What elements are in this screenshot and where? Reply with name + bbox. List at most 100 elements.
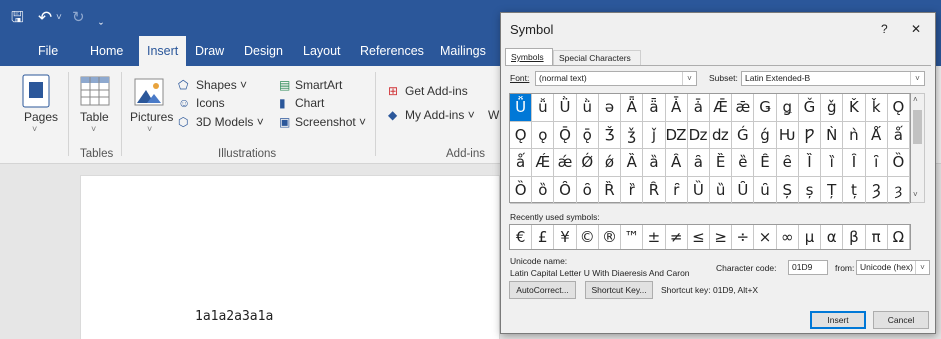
symbol-cell[interactable]: Ǥ — [754, 94, 777, 122]
symbol-cell[interactable]: Ǯ — [598, 121, 622, 149]
tab-home[interactable]: Home — [90, 36, 123, 66]
symbol-cell[interactable]: Ȓ — [643, 176, 666, 204]
tab-insert[interactable]: Insert — [139, 36, 187, 66]
symbol-cell[interactable]: ȁ — [643, 149, 666, 177]
from-select[interactable]: Unicode (hex) ˅ — [856, 260, 930, 275]
symbol-cell[interactable]: Ș — [776, 176, 799, 204]
symbol-cell[interactable]: ț — [843, 176, 866, 204]
symbol-cell[interactable]: ȅ — [732, 149, 755, 177]
recent-symbol-cell[interactable]: ≤ — [688, 225, 710, 249]
screenshot-button[interactable]: Screenshot ˅ — [295, 115, 366, 129]
symbol-cell[interactable]: Ǩ — [843, 94, 866, 122]
symbol-cell[interactable]: Ȇ — [754, 149, 777, 177]
recent-symbol-cell[interactable]: € — [510, 225, 533, 249]
recent-symbol-cell[interactable]: Ω — [888, 225, 910, 249]
symbol-cell[interactable]: Ȉ — [798, 149, 822, 177]
symbol-cell[interactable]: Ȝ — [865, 176, 888, 204]
smartart-button[interactable]: SmartArt — [295, 78, 342, 92]
symbol-cell[interactable]: ǥ — [776, 94, 799, 122]
tab-mailings[interactable]: Mailings — [440, 36, 486, 66]
symbol-cell[interactable]: Ǽ — [532, 149, 555, 177]
recent-symbol-cell[interactable]: ≠ — [666, 225, 688, 249]
recent-symbol-cell[interactable]: ¥ — [554, 225, 577, 249]
symbol-cell[interactable]: ǽ — [554, 149, 577, 177]
symbol-cell[interactable]: ǭ — [576, 121, 599, 149]
symbol-cell[interactable]: ȉ — [821, 149, 844, 177]
scroll-up-icon[interactable]: ˄ — [913, 95, 918, 104]
symbol-cell[interactable]: Ȑ — [598, 176, 622, 204]
symbol-cell[interactable]: ǵ — [754, 121, 777, 149]
symbol-cell[interactable]: ǩ — [865, 94, 888, 122]
get-addins-button[interactable]: Get Add-ins — [405, 84, 468, 98]
symbol-cell[interactable]: Ǣ — [710, 94, 733, 122]
icons-button[interactable]: Icons — [196, 96, 225, 110]
shapes-button[interactable]: Shapes ˅ — [196, 78, 247, 92]
table-button[interactable] — [80, 76, 110, 106]
undo-icon[interactable]: ↶ — [38, 0, 52, 36]
recent-symbol-cell[interactable]: ® — [599, 225, 622, 249]
symbol-cell[interactable]: ș — [798, 176, 822, 204]
tab-layout[interactable]: Layout — [303, 36, 341, 66]
scroll-down-icon[interactable]: ˅ — [913, 190, 918, 199]
symbol-cell[interactable]: Ȁ — [621, 149, 644, 177]
symbol-cell[interactable]: Ǹ — [821, 121, 844, 149]
recent-symbol-cell[interactable]: × — [754, 225, 777, 249]
insert-button[interactable]: Insert — [810, 311, 866, 329]
symbol-cell[interactable]: ǝ — [598, 94, 622, 122]
tab-symbols[interactable]: Symbols — [505, 48, 553, 65]
symbol-cell[interactable]: Ǿ — [576, 149, 599, 177]
recent-symbol-cell[interactable]: ∞ — [777, 225, 799, 249]
pictures-button[interactable] — [134, 78, 164, 106]
symbol-cell[interactable]: Ǭ — [554, 121, 577, 149]
symbol-cell[interactable]: ȍ — [532, 176, 555, 204]
recent-symbol-cell[interactable]: α — [821, 225, 844, 249]
symbol-grid-scrollbar[interactable]: ˄ ˅ — [911, 93, 925, 203]
symbol-cell[interactable]: ȋ — [865, 149, 888, 177]
symbol-cell[interactable]: Ȃ — [665, 149, 688, 177]
symbol-cell[interactable]: Ǫ — [887, 94, 910, 122]
symbol-cell[interactable]: ȓ — [665, 176, 688, 204]
tab-references[interactable]: References — [360, 36, 424, 66]
save-icon[interactable]: 🖫 — [11, 0, 24, 36]
symbol-cell[interactable]: Ǚ — [510, 94, 533, 122]
3d-models-button[interactable]: 3D Models ˅ — [196, 115, 264, 129]
symbol-cell[interactable]: ȗ — [754, 176, 777, 204]
tab-draw[interactable]: Draw — [195, 36, 224, 66]
pages-button[interactable] — [22, 74, 50, 108]
symbol-cell[interactable]: ǿ — [598, 149, 622, 177]
symbol-cell[interactable]: ǧ — [821, 94, 844, 122]
tab-special-characters[interactable]: Special Characters — [553, 50, 641, 65]
symbol-cell[interactable]: ȝ — [887, 176, 910, 204]
symbol-cell[interactable]: Ȍ — [510, 176, 533, 204]
symbol-cell[interactable]: Ȏ — [554, 176, 577, 204]
autocorrect-button[interactable]: AutoCorrect... — [509, 281, 576, 299]
scrollbar-thumb[interactable] — [913, 110, 922, 144]
symbol-cell[interactable]: Ǳ — [665, 121, 688, 149]
recent-symbol-cell[interactable]: µ — [799, 225, 822, 249]
char-code-input[interactable]: 01D9 — [788, 260, 828, 275]
symbol-cell[interactable]: Ȗ — [732, 176, 755, 204]
font-select[interactable]: (normal text) ˅ — [535, 71, 697, 86]
symbol-cell[interactable]: ȕ — [710, 176, 733, 204]
symbol-cell[interactable]: ȃ — [687, 149, 710, 177]
tab-design[interactable]: Design — [244, 36, 283, 66]
symbol-cell[interactable]: Ƕ — [776, 121, 799, 149]
symbol-cell[interactable]: ǜ — [576, 94, 599, 122]
recent-symbol-cell[interactable]: £ — [532, 225, 555, 249]
symbol-cell[interactable]: Ț — [821, 176, 844, 204]
symbol-cell[interactable]: ǫ — [532, 121, 555, 149]
chart-button[interactable]: Chart — [295, 96, 324, 110]
recent-symbol-cell[interactable]: π — [866, 225, 888, 249]
symbol-cell[interactable]: ǳ — [710, 121, 733, 149]
symbol-cell[interactable]: Ǻ — [865, 121, 888, 149]
recent-symbol-cell[interactable]: © — [577, 225, 599, 249]
symbol-cell[interactable]: ǻ — [887, 121, 910, 149]
symbol-cell[interactable]: ǟ — [643, 94, 666, 122]
symbol-cell[interactable]: ǰ — [643, 121, 666, 149]
symbol-cell[interactable]: ǻ — [510, 149, 533, 177]
recent-symbol-cell[interactable]: ÷ — [732, 225, 755, 249]
shortcut-key-button[interactable]: Shortcut Key... — [585, 281, 653, 299]
symbol-cell[interactable]: ǣ — [732, 94, 755, 122]
symbol-cell[interactable]: Ȅ — [710, 149, 733, 177]
symbol-cell[interactable]: Ǟ — [621, 94, 644, 122]
